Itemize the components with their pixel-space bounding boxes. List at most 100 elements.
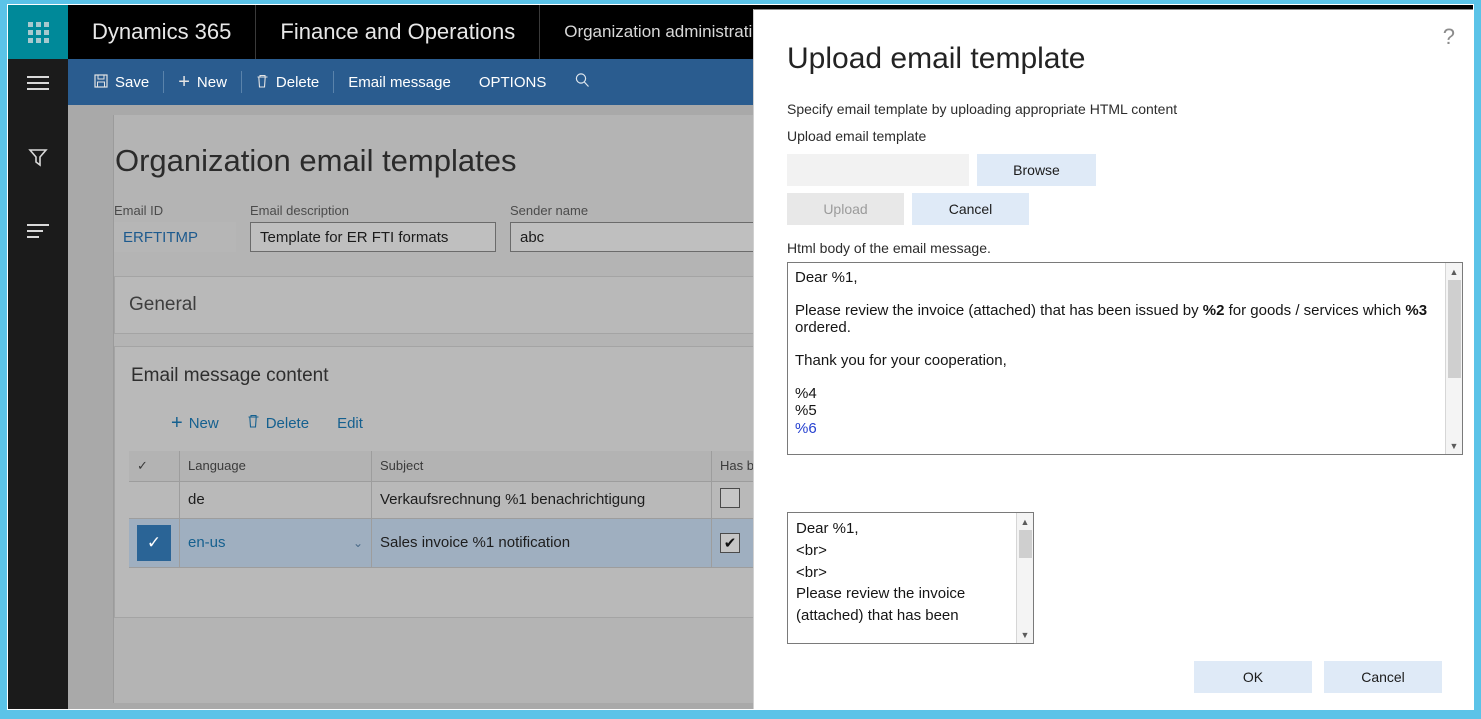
save-label: Save bbox=[115, 74, 149, 91]
body-token-2: %2 bbox=[1203, 302, 1225, 319]
product-title[interactable]: Finance and Operations bbox=[255, 5, 539, 59]
search-icon bbox=[574, 72, 591, 93]
language-value: de bbox=[188, 491, 205, 508]
scroll-up-icon[interactable]: ▲ bbox=[1017, 513, 1034, 530]
upload-row: Browse bbox=[787, 154, 1442, 186]
source-line: <br> bbox=[796, 562, 1016, 584]
email-id-input[interactable]: ERFTITMP bbox=[114, 222, 236, 252]
save-icon bbox=[94, 74, 108, 91]
grid-delete-label: Delete bbox=[266, 415, 309, 432]
email-description-input[interactable]: Template for ER FTI formats bbox=[250, 222, 496, 252]
cell-subject[interactable]: Sales invoice %1 notification bbox=[372, 518, 712, 567]
grid-edit-label: Edit bbox=[337, 415, 363, 432]
body-line-3: Thank you for your cooperation, bbox=[795, 352, 1437, 370]
body-line-6: %6 bbox=[795, 420, 1437, 438]
html-source-scrollbar[interactable]: ▲ ▼ bbox=[1016, 513, 1033, 643]
grid-new-label: New bbox=[189, 415, 219, 432]
scroll-down-icon[interactable]: ▼ bbox=[1446, 437, 1463, 454]
language-value: en-us bbox=[188, 534, 226, 551]
upload-email-template-dialog: ? Upload email template Specify email te… bbox=[753, 9, 1474, 710]
delete-label: Delete bbox=[276, 74, 319, 91]
plus-icon: + bbox=[171, 412, 183, 435]
row-selector[interactable] bbox=[129, 481, 180, 518]
left-navigation-rail bbox=[8, 59, 68, 710]
new-button[interactable]: + New bbox=[164, 59, 241, 105]
file-path-input[interactable] bbox=[787, 154, 969, 186]
hamburger-icon bbox=[27, 72, 49, 94]
source-line: Please review the invoice bbox=[796, 583, 1016, 605]
html-body-scrollbar[interactable]: ▲ ▼ bbox=[1445, 263, 1462, 454]
list-lines-icon bbox=[27, 220, 49, 242]
scrollbar-thumb[interactable] bbox=[1448, 280, 1461, 378]
cell-language[interactable]: en-us ⌄ bbox=[180, 518, 372, 567]
scroll-up-icon[interactable]: ▲ bbox=[1446, 263, 1463, 280]
ok-button[interactable]: OK bbox=[1194, 661, 1312, 693]
body-p2-pre: Please review the invoice (attached) tha… bbox=[795, 302, 1203, 319]
row-selector[interactable]: ✓ bbox=[129, 518, 180, 567]
trash-icon bbox=[247, 414, 260, 432]
chevron-down-icon[interactable]: ⌄ bbox=[353, 536, 363, 550]
has-body-checkbox[interactable] bbox=[720, 488, 740, 508]
module-breadcrumb[interactable]: Organization administratio bbox=[539, 5, 785, 59]
delete-button[interactable]: Delete bbox=[242, 59, 333, 105]
source-line: Dear %1, bbox=[796, 518, 1016, 540]
grid-edit-button[interactable]: Edit bbox=[323, 409, 377, 437]
upload-action-row: Upload Cancel bbox=[787, 193, 1442, 225]
options-tab[interactable]: OPTIONS bbox=[465, 59, 561, 105]
body-p2-mid: for goods / services which bbox=[1224, 302, 1405, 319]
brand-title[interactable]: Dynamics 365 bbox=[68, 5, 255, 59]
source-line: <br> bbox=[796, 540, 1016, 562]
cell-language[interactable]: de bbox=[180, 481, 372, 518]
body-line-5: %5 bbox=[795, 402, 1437, 420]
browse-button[interactable]: Browse bbox=[977, 154, 1096, 186]
grid-new-button[interactable]: + New bbox=[157, 409, 233, 437]
filter-icon bbox=[27, 146, 49, 168]
navigation-menu-button[interactable] bbox=[8, 59, 68, 107]
html-body-content[interactable]: Dear %1, Please review the invoice (atta… bbox=[788, 263, 1445, 454]
save-button[interactable]: Save bbox=[80, 59, 163, 105]
cancel-upload-button[interactable]: Cancel bbox=[912, 193, 1029, 225]
upload-field-label: Upload email template bbox=[787, 128, 1442, 144]
dialog-footer: OK Cancel bbox=[754, 661, 1474, 693]
help-icon[interactable]: ? bbox=[1443, 24, 1455, 50]
app-viewport: Dynamics 365 Finance and Operations Orga… bbox=[7, 4, 1474, 710]
html-body-editor[interactable]: Dear %1, Please review the invoice (atta… bbox=[787, 262, 1463, 455]
field-label: Email ID bbox=[114, 203, 236, 218]
html-source-editor[interactable]: Dear %1, <br> <br> Please review the inv… bbox=[787, 512, 1034, 644]
app-launcher-button[interactable] bbox=[8, 5, 68, 59]
search-button[interactable] bbox=[560, 59, 605, 105]
column-subject[interactable]: Subject bbox=[372, 451, 712, 481]
dialog-description: Specify email template by uploading appr… bbox=[787, 101, 1442, 117]
options-label: OPTIONS bbox=[479, 74, 547, 91]
row-selected-check-icon: ✓ bbox=[137, 525, 171, 561]
field-email-description: Email description Template for ER FTI fo… bbox=[250, 203, 496, 252]
column-select-all[interactable]: ✓ bbox=[129, 451, 180, 481]
browser-frame: Dynamics 365 Finance and Operations Orga… bbox=[0, 0, 1481, 719]
body-token-3: %3 bbox=[1405, 302, 1427, 319]
scroll-down-icon[interactable]: ▼ bbox=[1017, 626, 1034, 643]
trash-icon bbox=[256, 74, 269, 91]
dialog-body: Specify email template by uploading appr… bbox=[754, 101, 1474, 644]
email-message-label: Email message bbox=[348, 74, 451, 91]
has-body-checkbox[interactable]: ✔ bbox=[720, 533, 740, 553]
body-line-1: Dear %1, bbox=[795, 269, 1437, 287]
cancel-button[interactable]: Cancel bbox=[1324, 661, 1442, 693]
waffle-icon bbox=[28, 22, 49, 43]
field-label: Email description bbox=[250, 203, 496, 218]
cell-subject[interactable]: Verkaufsrechnung %1 benachrichtigung bbox=[372, 481, 712, 518]
body-line-4: %4 bbox=[795, 385, 1437, 403]
filter-button[interactable] bbox=[8, 133, 68, 181]
body-paragraph-2: Please review the invoice (attached) tha… bbox=[795, 302, 1437, 337]
new-label: New bbox=[197, 74, 227, 91]
email-message-tab[interactable]: Email message bbox=[334, 59, 465, 105]
html-source-content[interactable]: Dear %1, <br> <br> Please review the inv… bbox=[788, 513, 1016, 643]
source-line: (attached) that has been bbox=[796, 605, 1016, 627]
html-body-label: Html body of the email message. bbox=[787, 240, 1442, 256]
related-information-button[interactable] bbox=[8, 207, 68, 255]
plus-icon: + bbox=[178, 72, 190, 92]
upload-button[interactable]: Upload bbox=[787, 193, 904, 225]
body-p2-post: ordered. bbox=[795, 319, 851, 336]
grid-delete-button[interactable]: Delete bbox=[233, 409, 323, 437]
scrollbar-thumb[interactable] bbox=[1019, 530, 1032, 558]
column-language[interactable]: Language bbox=[180, 451, 372, 481]
